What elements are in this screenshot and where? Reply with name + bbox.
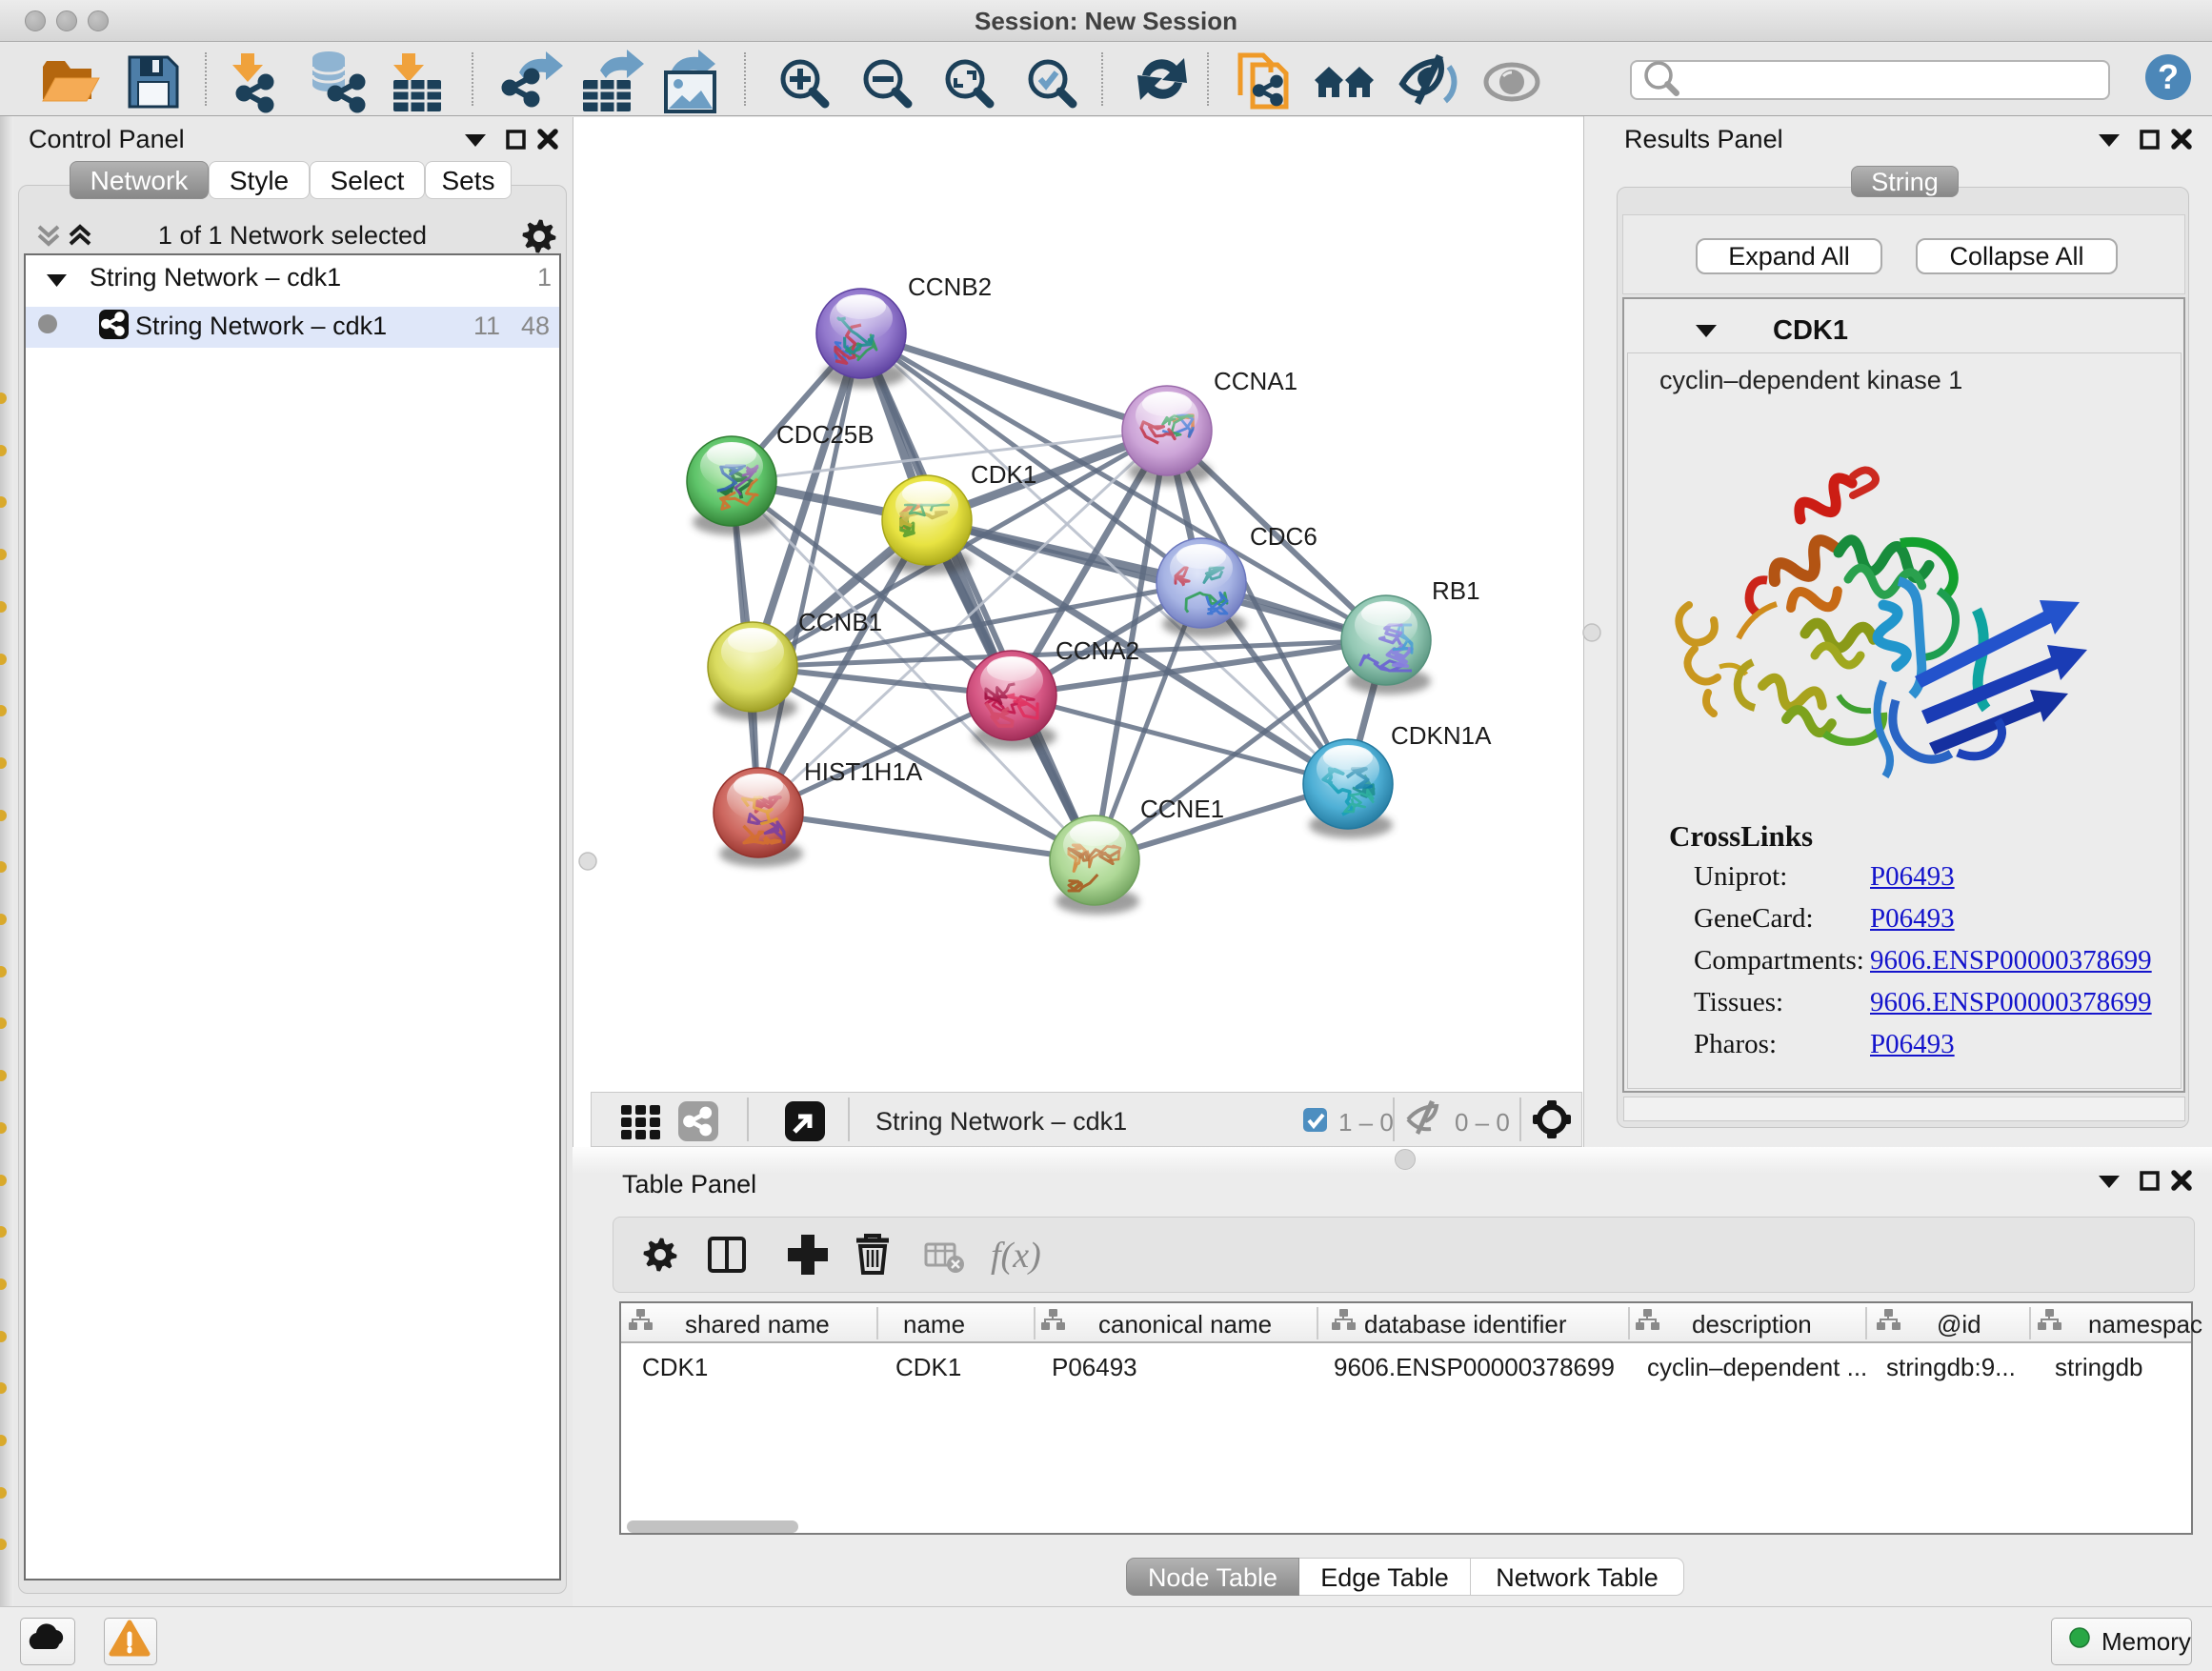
- svg-text:CCNA2: CCNA2: [1056, 636, 1139, 665]
- svg-text:CCNE1: CCNE1: [1140, 795, 1224, 823]
- svg-text:CDKN1A: CDKN1A: [1391, 721, 1492, 750]
- svg-text:HIST1H1A: HIST1H1A: [804, 757, 923, 786]
- svg-text:RB1: RB1: [1432, 576, 1480, 605]
- svg-text:CCNB1: CCNB1: [798, 608, 882, 636]
- svg-text:CDK1: CDK1: [971, 460, 1036, 489]
- svg-text:CCNB2: CCNB2: [908, 272, 992, 301]
- svg-text:CDC6: CDC6: [1250, 522, 1317, 551]
- svg-text:CCNA1: CCNA1: [1214, 367, 1297, 395]
- svg-text:CDC25B: CDC25B: [776, 420, 875, 449]
